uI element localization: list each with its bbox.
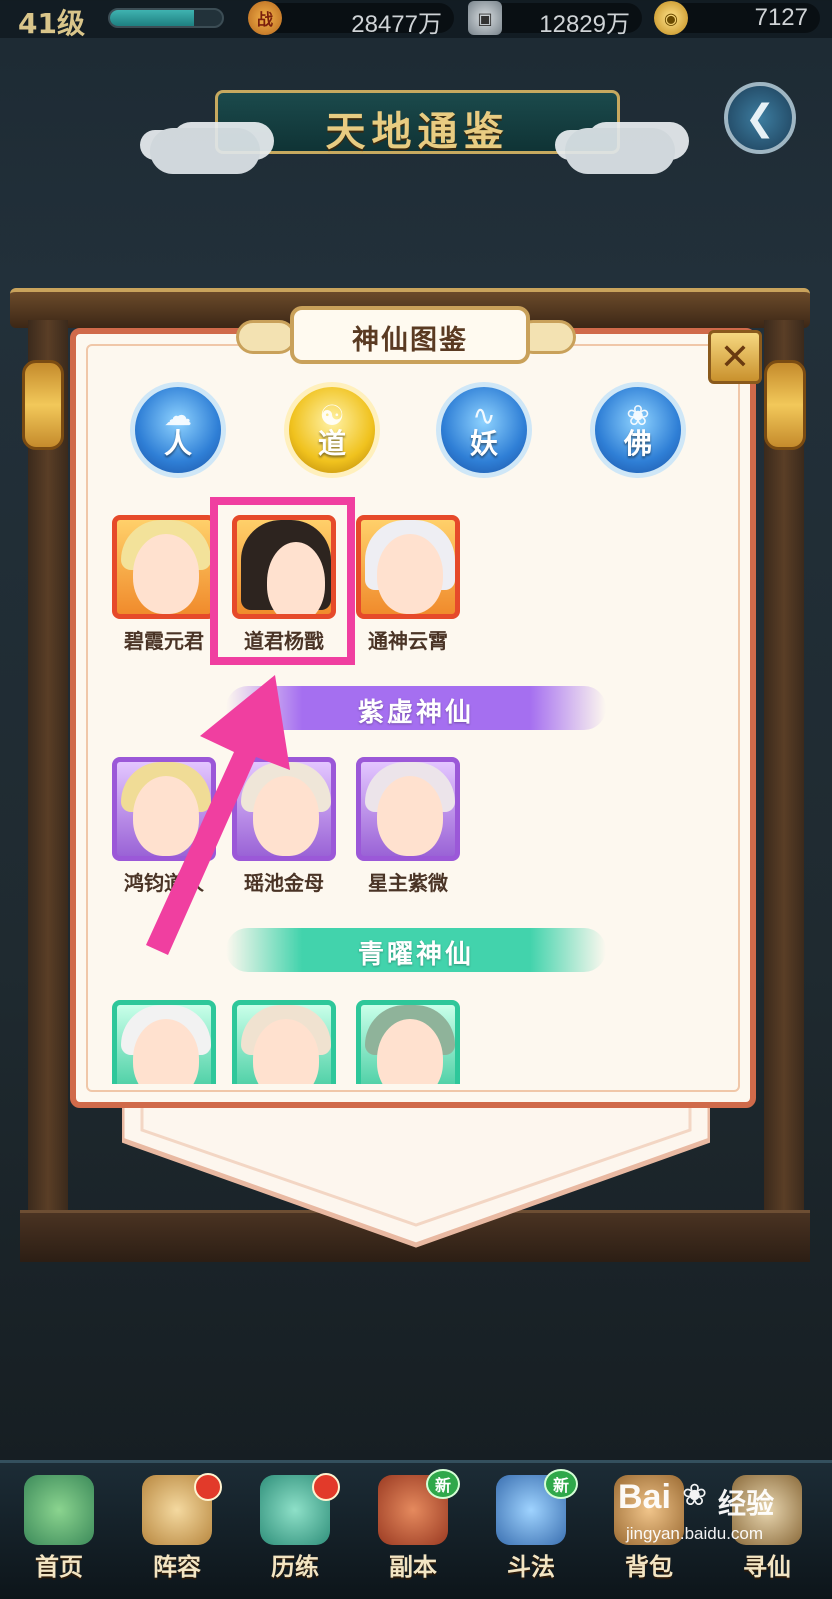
combat-power-icon: 战 bbox=[248, 1, 282, 35]
gold-value: 7127 bbox=[754, 4, 808, 31]
lotus-icon: ❀ bbox=[626, 399, 650, 432]
portrait-face bbox=[253, 776, 319, 856]
nav-label: 首页 bbox=[35, 1553, 83, 1581]
portrait bbox=[112, 757, 216, 861]
silver-value: 12829万 bbox=[539, 11, 630, 38]
tab-buddha[interactable]: ❀ 佛 bbox=[590, 382, 686, 478]
level-progress-fill bbox=[110, 10, 194, 26]
pillar-right bbox=[764, 320, 804, 1220]
portrait bbox=[112, 515, 216, 619]
title-banner: 天地通鉴 bbox=[215, 90, 620, 155]
paw-icon: ❀ bbox=[682, 1478, 708, 1513]
new-badge: 新 bbox=[426, 1469, 460, 1499]
panel-title-plate: 神仙图鉴 bbox=[290, 306, 530, 364]
portrait bbox=[356, 757, 460, 861]
close-icon: ✕ bbox=[719, 336, 751, 378]
immortal-card-hongjun[interactable]: 鸿钧道人 bbox=[112, 757, 216, 896]
close-button[interactable]: ✕ bbox=[708, 330, 762, 384]
immortal-name: 星主紫微 bbox=[368, 871, 448, 895]
immortal-name: 鸿钧道人 bbox=[124, 871, 204, 895]
cloud-decoration-right bbox=[565, 128, 675, 174]
banner-title: 天地通鉴 bbox=[325, 109, 510, 155]
immortal-name: 通神云霄 bbox=[368, 629, 448, 653]
notification-dot bbox=[194, 1473, 222, 1501]
portrait-face bbox=[133, 776, 199, 856]
immortal-card-green-3[interactable] bbox=[356, 1000, 460, 1084]
gold-ingot-icon: ◉ bbox=[654, 1, 688, 35]
pillar-left bbox=[28, 320, 68, 1220]
lantern-right bbox=[764, 360, 806, 450]
immortal-name: 瑶池金母 bbox=[244, 871, 324, 895]
notification-dot bbox=[312, 1473, 340, 1501]
portrait-face bbox=[133, 534, 199, 614]
nav-home[interactable]: 首页 bbox=[0, 1463, 118, 1599]
scroll-ornament-left bbox=[236, 320, 296, 354]
portrait bbox=[356, 1000, 460, 1084]
yin-yang-icon: ☯ bbox=[319, 399, 345, 432]
baidu-jingyan-watermark: Bai ❀ 经验 jingyan.baidu.com bbox=[618, 1478, 788, 1574]
immortal-card-green-2[interactable] bbox=[232, 1000, 336, 1084]
lantern-left bbox=[22, 360, 64, 450]
nav-label: 副本 bbox=[389, 1553, 437, 1581]
nav-lineup[interactable]: 阵容 bbox=[118, 1463, 236, 1599]
combat-power-value: 28477万 bbox=[351, 11, 442, 38]
section-title: 青曜神仙 bbox=[357, 940, 474, 970]
nav-label: 阵容 bbox=[153, 1553, 201, 1581]
combat-power-display: 战 28477万 bbox=[248, 1, 454, 38]
home-icon bbox=[24, 1475, 94, 1545]
highlight-box bbox=[210, 497, 355, 665]
nav-training[interactable]: 历练 bbox=[236, 1463, 354, 1599]
watermark-logo-suffix: 经验 bbox=[718, 1487, 775, 1520]
portrait bbox=[232, 1000, 336, 1084]
portrait-face bbox=[377, 534, 443, 614]
immortal-card-yaochi[interactable]: 瑶池金母 bbox=[232, 757, 336, 896]
watermark-url: jingyan.baidu.com bbox=[626, 1524, 764, 1543]
back-arrow-icon: ❮ bbox=[744, 97, 776, 139]
silver-display[interactable]: ▣ 12829万 bbox=[468, 1, 642, 38]
immortal-card-yunxiao[interactable]: 通神云霄 bbox=[356, 515, 460, 654]
new-badge: 新 bbox=[544, 1469, 578, 1499]
immortal-card-ziwei[interactable]: 星主紫微 bbox=[356, 757, 460, 896]
watermark-logo: Bai bbox=[618, 1478, 671, 1516]
level-progress-bar bbox=[108, 8, 224, 28]
section-header-qingyao: 青曜神仙 bbox=[226, 928, 606, 972]
panel-title: 神仙图鉴 bbox=[352, 325, 468, 356]
gold-display[interactable]: ◉ 7127 bbox=[654, 1, 820, 35]
back-button[interactable]: ❮ bbox=[724, 82, 796, 154]
tab-demon[interactable]: ∿ 妖 bbox=[436, 382, 532, 478]
immortal-name: 碧霞元君 bbox=[124, 629, 204, 653]
cloud-decoration-left bbox=[150, 128, 260, 174]
portrait bbox=[232, 757, 336, 861]
status-bar: 41级 战 28477万 ▣ 12829万 ◉ 7127 bbox=[0, 0, 832, 40]
portrait-face bbox=[377, 776, 443, 856]
scroll-pennant bbox=[122, 1090, 710, 1248]
nav-label: 斗法 bbox=[507, 1553, 555, 1581]
player-level: 41级 bbox=[18, 7, 85, 40]
portrait bbox=[112, 1000, 216, 1084]
tab-dao[interactable]: ☯ 道 bbox=[284, 382, 380, 478]
portrait bbox=[356, 515, 460, 619]
row3-clip bbox=[100, 996, 500, 1084]
immortal-card-green-1[interactable] bbox=[112, 1000, 216, 1084]
nav-label: 历练 bbox=[271, 1553, 319, 1581]
section-title: 紫虚神仙 bbox=[357, 698, 474, 728]
nav-dungeon[interactable]: 新 副本 bbox=[354, 1463, 472, 1599]
silver-coin-icon: ▣ bbox=[468, 1, 502, 35]
nav-duel[interactable]: 新 斗法 bbox=[472, 1463, 590, 1599]
crane-icon: ∿ bbox=[472, 399, 496, 432]
cloud-icon: ☁ bbox=[164, 399, 192, 432]
tab-human[interactable]: ☁ 人 bbox=[130, 382, 226, 478]
immortal-card-bixia[interactable]: 碧霞元君 bbox=[112, 515, 216, 654]
section-header-zixu: 紫虚神仙 bbox=[226, 686, 606, 730]
